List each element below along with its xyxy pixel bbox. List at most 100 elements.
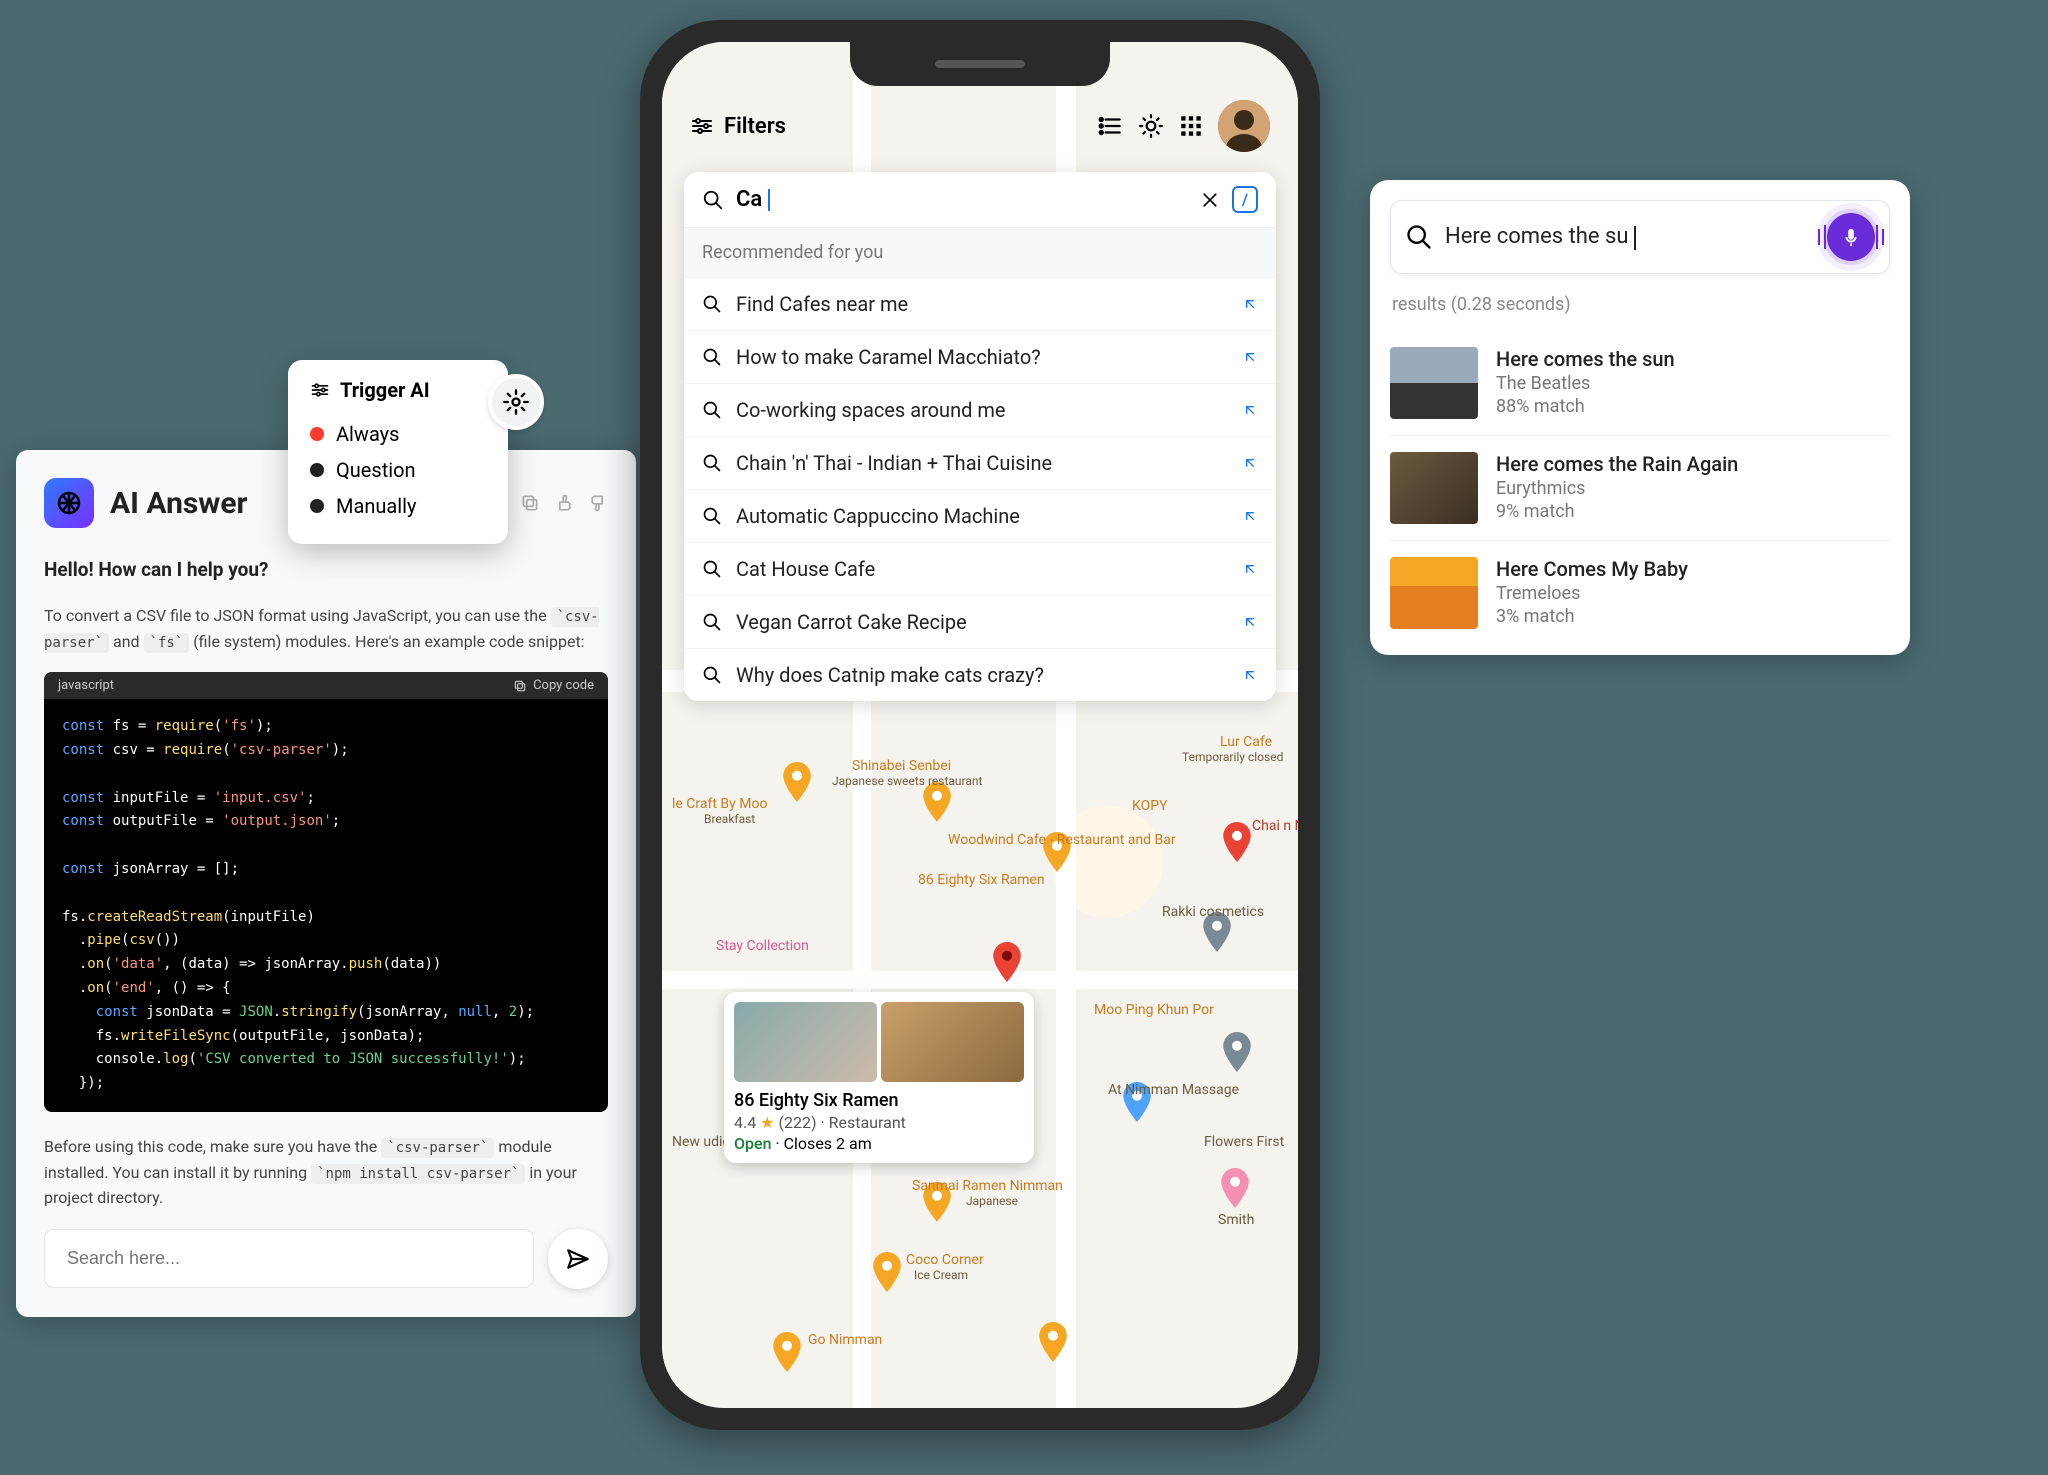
result-title: Here Comes My Baby [1496, 557, 1688, 581]
place-card[interactable]: 86 Eighty Six Ramen 4.4 ★ (222) · Restau… [724, 992, 1034, 1163]
place-images [734, 1002, 1024, 1082]
filters-label: Filters [724, 114, 786, 139]
place-category: Restaurant [829, 1113, 906, 1132]
suggestion-row[interactable]: How to make Caramel Macchiato? [684, 330, 1276, 383]
search-input[interactable]: Ca [736, 187, 1188, 212]
selected-pin-icon[interactable] [992, 942, 1022, 982]
trigger-option-label: Question [336, 458, 416, 482]
suggestion-row[interactable]: Vegan Carrot Cake Recipe [684, 595, 1276, 648]
send-button[interactable] [548, 1229, 608, 1289]
dot-icon [310, 463, 324, 477]
map-label: Flowers First [1204, 1134, 1284, 1150]
map-label: le Craft By Moo [672, 796, 767, 812]
ai-logo-icon [44, 478, 94, 528]
grid-icon[interactable] [1178, 113, 1204, 139]
ai-search-bar [44, 1229, 608, 1289]
map-label: New udio [672, 1134, 730, 1150]
insert-arrow-icon [1242, 667, 1258, 683]
map-label: Rakki cosmetics [1162, 904, 1264, 920]
result-artist: The Beatles [1496, 373, 1675, 394]
insert-arrow-icon [1242, 614, 1258, 630]
text: and [109, 632, 144, 651]
text: Before using this code, make sure you ha… [44, 1137, 381, 1156]
ai-title: AI Answer [110, 486, 248, 521]
phone-frame: Shinabei Senbei Japanese sweets restaura… [640, 20, 1320, 1430]
search-icon[interactable] [1405, 223, 1433, 251]
music-search-input[interactable]: Here comes the su [1445, 224, 1815, 249]
result-title: Here comes the sun [1496, 347, 1675, 371]
insert-arrow-icon [1242, 296, 1258, 312]
map-label: Japanese [966, 1194, 1018, 1208]
trigger-title-text: Trigger AI [340, 378, 430, 402]
suggestion-row[interactable]: Co-working spaces around me [684, 383, 1276, 436]
settings-button[interactable] [488, 374, 544, 430]
trigger-option-question[interactable]: Question [310, 452, 486, 488]
ai-answer-panel: AI Answer Hello! How can I help you? To … [16, 450, 636, 1317]
kbd-shortcut: / [1232, 186, 1258, 213]
result-match: 88% match [1496, 396, 1675, 417]
suggestion-row[interactable]: Chain 'n' Thai - Indian + Thai Cuisine [684, 436, 1276, 489]
user-avatar[interactable] [1218, 100, 1270, 152]
ai-search-input[interactable] [44, 1229, 534, 1288]
copy-code-button[interactable]: Copy code [513, 678, 594, 693]
phone-topbar: Filters [662, 96, 1298, 156]
place-rating: 4.4 [734, 1113, 756, 1132]
trigger-option-manually[interactable]: Manually [310, 488, 486, 524]
copy-icon[interactable] [520, 493, 540, 513]
map-pin-icon[interactable] [872, 1252, 902, 1292]
search-icon [702, 400, 722, 420]
result-row[interactable]: Here Comes My Baby Tremeloes 3% match [1390, 541, 1890, 645]
search-icon [702, 347, 722, 367]
result-thumbnail [1390, 452, 1478, 524]
brightness-icon[interactable] [1138, 113, 1164, 139]
map-label: At Nimman Massage [1108, 1082, 1239, 1098]
clear-icon[interactable] [1200, 190, 1220, 210]
suggestion-text: Cat House Cafe [736, 557, 1228, 581]
map-pin-icon[interactable] [922, 782, 952, 822]
result-match: 9% match [1496, 501, 1738, 522]
map-pin-icon[interactable] [1220, 1168, 1250, 1208]
map-pin-icon[interactable] [782, 762, 812, 802]
list-view-icon[interactable] [1098, 113, 1124, 139]
voice-search-button[interactable] [1827, 213, 1875, 261]
suggestion-row[interactable]: Cat House Cafe [684, 542, 1276, 595]
ai-outro-text: Before using this code, make sure you ha… [44, 1134, 608, 1211]
code-token: `fs` [144, 633, 190, 653]
trigger-option-always[interactable]: Always [310, 416, 486, 452]
map-label: Moo Ping Khun Por [1094, 1002, 1214, 1018]
suggestion-text: Chain 'n' Thai - Indian + Thai Cuisine [736, 451, 1228, 475]
map-label: KOPY [1132, 798, 1167, 814]
insert-arrow-icon [1242, 455, 1258, 471]
result-match: 3% match [1496, 606, 1688, 627]
place-reviews: (222) [778, 1113, 816, 1132]
map-pin-icon[interactable] [1038, 1322, 1068, 1362]
trigger-option-label: Always [336, 422, 399, 446]
map-pin-icon[interactable] [1222, 822, 1252, 862]
copy-code-label: Copy code [533, 678, 594, 693]
result-title: Here comes the Rain Again [1496, 452, 1738, 476]
map-label: Chai n Nim [1252, 818, 1298, 834]
place-status: Open · Closes 2 am [734, 1134, 1024, 1153]
filters-button[interactable]: Filters [690, 114, 786, 139]
suggestion-row[interactable]: Find Cafes near me [684, 277, 1276, 330]
map-label: Japanese sweets restaurant [832, 774, 982, 788]
music-search-bar: Here comes the su [1390, 200, 1890, 274]
result-row[interactable]: Here comes the sun The Beatles 88% match [1390, 331, 1890, 436]
suggestion-list: Find Cafes near me How to make Caramel M… [684, 277, 1276, 701]
place-meta: 4.4 ★ (222) · Restaurant [734, 1113, 1024, 1132]
map-pin-icon[interactable] [1222, 1032, 1252, 1072]
thumbs-up-icon[interactable] [554, 493, 574, 513]
search-icon [702, 453, 722, 473]
thumbs-down-icon[interactable] [588, 493, 608, 513]
suggestion-row[interactable]: Automatic Cappuccino Machine [684, 489, 1276, 542]
map-pin-icon[interactable] [772, 1332, 802, 1372]
phone-notch [850, 42, 1110, 86]
microphone-icon [1840, 226, 1862, 248]
map-label: Coco Corner [906, 1252, 984, 1268]
code-header: javascript Copy code [44, 672, 608, 699]
suggestion-row[interactable]: Why does Catnip make cats crazy? [684, 648, 1276, 701]
phone-screen: Shinabei Senbei Japanese sweets restaura… [662, 42, 1298, 1408]
result-row[interactable]: Here comes the Rain Again Eurythmics 9% … [1390, 436, 1890, 541]
map-label: Temporarily closed [1182, 750, 1283, 764]
map-label: 86 Eighty Six Ramen [918, 872, 1045, 888]
